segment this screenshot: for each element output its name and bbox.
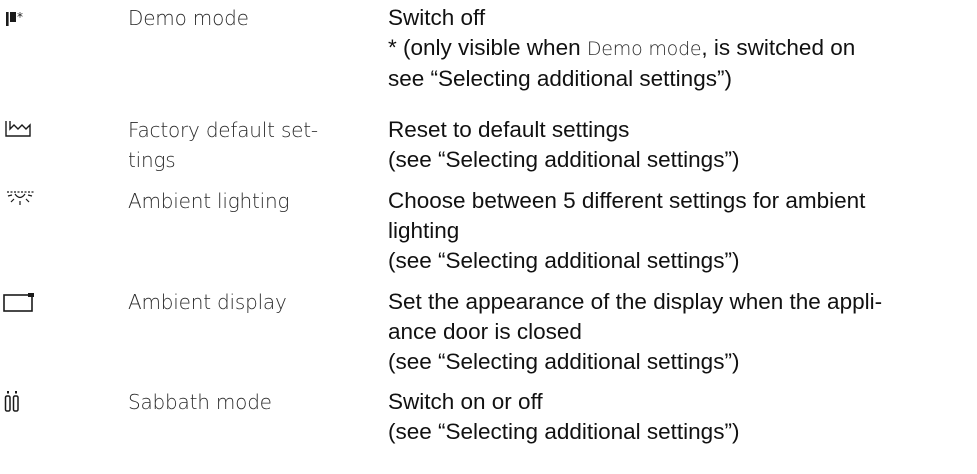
setting-description-line: (see “Selecting additional settings”) [388, 419, 740, 444]
setting-name-line: Ambient display [128, 290, 287, 314]
setting-name-line: Ambient lighting [128, 189, 290, 213]
setting-description-line: Switch off [388, 5, 486, 30]
factory-default-icon [4, 118, 44, 148]
setting-description-line: * (only visible when Demo mode, is switc… [388, 33, 968, 64]
setting-description-line: Reset to default settings [388, 117, 630, 142]
setting-description: Choose between 5 different settings for … [388, 186, 968, 276]
setting-name: Sabbath mode [128, 387, 368, 417]
setting-description-line: see “Selecting additional settings”) [388, 66, 732, 91]
setting-name-line: Demo mode [128, 6, 249, 30]
ambient-display-icon [2, 290, 42, 320]
setting-description-line: lighting [388, 218, 460, 243]
setting-description-line: Choose between 5 different settings for … [388, 188, 866, 213]
description-text: , is switched on [701, 35, 856, 60]
setting-description-line: (see “Selecting additional settings”) [388, 147, 740, 172]
setting-name-line: Sabbath mode [128, 390, 272, 414]
setting-description-line: (see “Selecting additional settings”) [388, 248, 740, 273]
setting-name: Ambient lighting [128, 186, 368, 216]
setting-name: Factory default set- tings [128, 115, 368, 175]
setting-description: Switch on or off (see “Selecting additio… [388, 387, 968, 447]
setting-name-line: Factory default set- [128, 118, 318, 142]
setting-description: Switch off * (only visible when Demo mod… [388, 3, 968, 94]
sabbath-mode-icon [2, 390, 42, 420]
svg-text:*: * [17, 10, 23, 24]
setting-name: Ambient display [128, 287, 368, 317]
demo-mode-icon: * [4, 10, 44, 40]
inline-setting-name: Demo mode [586, 38, 702, 60]
setting-description-line: (see “Selecting additional settings”) [388, 349, 740, 374]
ambient-lighting-icon [4, 189, 44, 219]
setting-description: Set the appearance of the display when t… [388, 287, 968, 377]
setting-description-line: ance door is closed [388, 319, 582, 344]
description-text: * (only visible when [388, 35, 587, 60]
setting-name: Demo mode [128, 3, 368, 33]
setting-description: Reset to default settings (see “Selectin… [388, 115, 968, 175]
setting-description-line: Switch on or off [388, 389, 543, 414]
setting-name-line: tings [128, 148, 176, 172]
setting-description-line: Set the appearance of the display when t… [388, 289, 883, 314]
